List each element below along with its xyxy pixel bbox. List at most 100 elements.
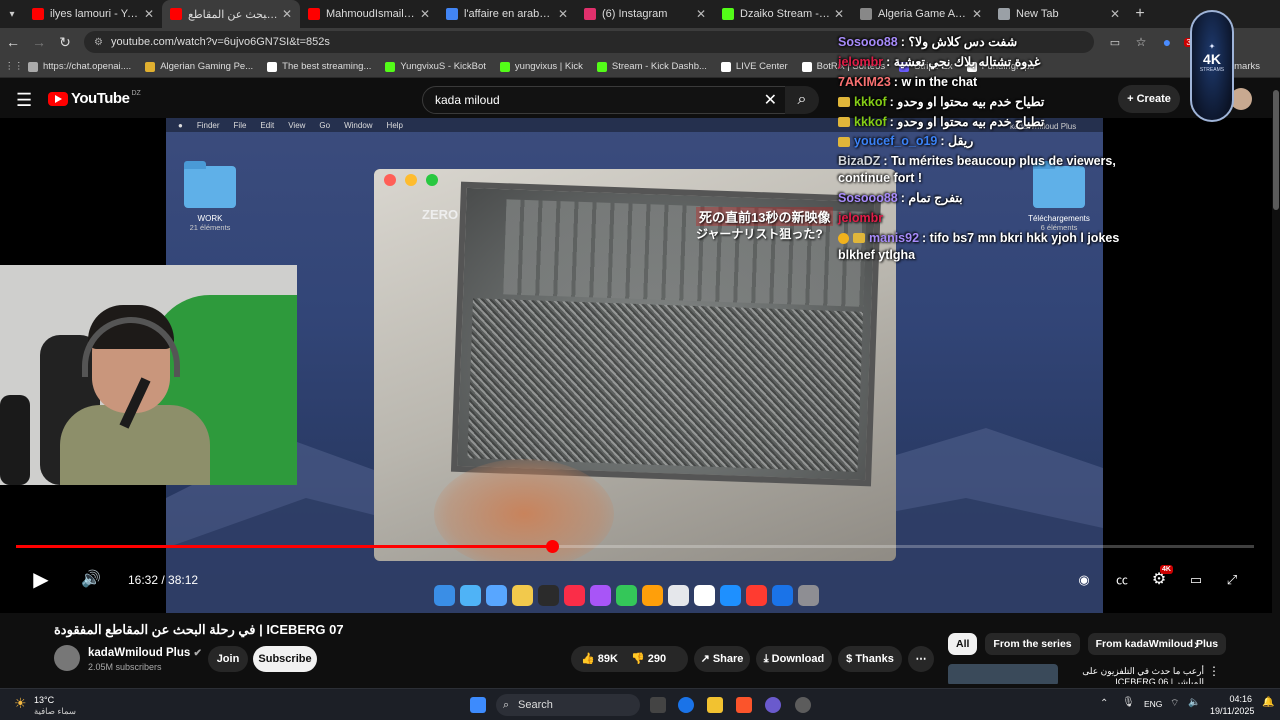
- tab-title: ilyes lamouri - YouTube: [50, 8, 140, 20]
- subscriber-badge-icon: [838, 117, 850, 128]
- progress-scrubber[interactable]: [546, 540, 560, 553]
- close-tab-icon[interactable]: ✕: [282, 7, 292, 21]
- obs-icon[interactable]: [795, 697, 811, 713]
- close-tab-icon[interactable]: ✕: [558, 7, 568, 21]
- file-explorer-icon[interactable]: [707, 697, 723, 713]
- bookmark-item[interactable]: Algerian Gaming Pe...: [145, 61, 253, 72]
- clear-search-icon[interactable]: ✕: [764, 90, 777, 110]
- filter-chip[interactable]: From kadaWmiloud Plus: [1087, 633, 1227, 655]
- new-tab-button[interactable]: +: [1128, 5, 1152, 23]
- chevron-right-icon[interactable]: ›: [1194, 636, 1199, 652]
- close-tab-icon[interactable]: ✕: [1110, 7, 1120, 21]
- thumbs-up-icon: 👍: [581, 653, 595, 665]
- channel-avatar[interactable]: [54, 645, 80, 671]
- dislike-button[interactable]: 👎 290: [631, 653, 666, 665]
- browser-tab[interactable]: في رحلة البحث عن المقاطع ✕: [162, 0, 300, 28]
- filter-chip[interactable]: From the series: [985, 633, 1080, 655]
- download-button[interactable]: ⤓ Download: [756, 646, 832, 672]
- close-tab-icon[interactable]: ✕: [972, 7, 982, 21]
- clock-time: 04:16: [1229, 694, 1252, 704]
- chevron-up-icon[interactable]: ⌃: [1100, 698, 1108, 709]
- volume-icon[interactable]: 🔊: [78, 565, 104, 595]
- bookmark-item[interactable]: Stream - Kick Dashb...: [596, 61, 707, 72]
- browser-tab[interactable]: (6) Instagram ✕: [576, 0, 714, 28]
- more-icon: ⋯: [915, 653, 927, 665]
- chrome-icon[interactable]: [678, 697, 694, 713]
- page-scrollbar[interactable]: [1272, 78, 1280, 688]
- recommended-video[interactable]: أرعب ما حدث في التلفزيون على المباشر | I…: [948, 664, 1238, 684]
- youtube-search-input[interactable]: kada miloud ✕: [422, 86, 790, 114]
- bookmark-item[interactable]: YungvixuS - KickBot: [385, 61, 486, 72]
- reload-icon[interactable]: ↻: [52, 34, 78, 51]
- chat-username: jelombr: [838, 210, 884, 225]
- captions-icon[interactable]: ㏄: [1110, 565, 1134, 595]
- like-button[interactable]: 👍 89K: [581, 653, 618, 665]
- search-icon: ⌕: [797, 91, 807, 108]
- subscribe-button[interactable]: Subscribe: [253, 646, 317, 672]
- folder-work: WORK 21 éléments: [180, 161, 240, 232]
- filter-chip[interactable]: All: [948, 633, 978, 655]
- channel-name[interactable]: kadaWmiloud Plus ✔: [88, 647, 202, 659]
- browser-tab[interactable]: New Tab ✕: [990, 0, 1128, 28]
- task-view-icon[interactable]: [650, 697, 666, 713]
- share-label: Share: [712, 653, 744, 665]
- search-icon: ⌕: [503, 699, 510, 711]
- bookmark-item[interactable]: yungvixus | Kick: [499, 61, 583, 72]
- chat-username: kkkof: [854, 114, 887, 129]
- bookmark-item[interactable]: LIVE Center: [720, 61, 788, 72]
- bookmark-item[interactable]: The best streaming...: [267, 61, 371, 72]
- autoplay-toggle[interactable]: ◉: [1072, 565, 1096, 595]
- brave-icon[interactable]: [736, 697, 752, 713]
- play-button[interactable]: ▶: [28, 565, 54, 595]
- forward-arrow-icon[interactable]: →: [26, 34, 52, 50]
- site-info-icon[interactable]: ⚙: [94, 37, 103, 48]
- chat-username: 7AKIM23: [838, 74, 891, 89]
- more-vert-icon[interactable]: ⋮: [1208, 664, 1220, 678]
- close-dot-icon: [384, 174, 396, 186]
- wifi-icon[interactable]: ⌔: [1170, 697, 1179, 710]
- hamburger-menu-icon[interactable]: ☰: [16, 90, 32, 111]
- scroll-thumb[interactable]: [1273, 90, 1279, 210]
- tab-search-button[interactable]: ▾: [0, 9, 24, 20]
- miniplayer-icon[interactable]: ▭: [1184, 565, 1208, 595]
- mic-icon[interactable]: 🎙: [1122, 697, 1135, 708]
- profile-extension-icon[interactable]: ●: [1154, 34, 1180, 50]
- browser-tab[interactable]: Algeria Game Awards | V ✕: [852, 0, 990, 28]
- close-tab-icon[interactable]: ✕: [420, 7, 430, 21]
- close-tab-icon[interactable]: ✕: [834, 7, 844, 21]
- close-tab-icon[interactable]: ✕: [144, 7, 154, 21]
- join-button[interactable]: Join: [208, 646, 248, 672]
- stream-logo-text: 4K: [1203, 51, 1221, 67]
- more-actions-button[interactable]: ⋯: [908, 646, 934, 672]
- taskbar-search[interactable]: ⌕ Search: [496, 694, 640, 716]
- apps-grid-icon[interactable]: ⋮⋮: [0, 61, 28, 72]
- progress-bar[interactable]: [16, 540, 1254, 553]
- notification-bell-icon[interactable]: 🔔: [1262, 697, 1274, 708]
- dock-app-icon: [460, 584, 481, 606]
- back-arrow-icon[interactable]: ←: [0, 34, 26, 50]
- bookmark-item[interactable]: https://chat.openai....: [28, 61, 131, 72]
- dock-app-icon: [538, 584, 559, 606]
- windows-start-icon[interactable]: [470, 697, 486, 713]
- keyboard-language[interactable]: ENG: [1144, 699, 1162, 709]
- thanks-button[interactable]: $ Thanks: [838, 646, 902, 672]
- search-button[interactable]: ⌕: [785, 86, 819, 114]
- download-icon: ⤓: [763, 653, 772, 665]
- browser-tab[interactable]: l'affaire en arabe - Google ✕: [438, 0, 576, 28]
- close-tab-icon[interactable]: ✕: [696, 7, 706, 21]
- youtube-region: DZ: [131, 90, 141, 97]
- share-button[interactable]: ↗ Share: [694, 646, 750, 672]
- weather-icon: ☀: [14, 695, 27, 711]
- tab-title: New Tab: [1016, 8, 1059, 20]
- youtube-logo[interactable]: YouTube DZ: [48, 90, 141, 107]
- browser-tab[interactable]: ilyes lamouri - YouTube ✕: [24, 0, 162, 28]
- browser-tab[interactable]: MahmoudIsmailTV - YouT ✕: [300, 0, 438, 28]
- taskbar-clock[interactable]: 04:16 19/11/2025: [1210, 693, 1254, 717]
- speaker-icon[interactable]: 🔈: [1188, 697, 1200, 708]
- mac-menu-item: View: [288, 120, 306, 130]
- app-icon[interactable]: [765, 697, 781, 713]
- browser-tab[interactable]: Dzaiko Stream - Watch Li ✕: [714, 0, 852, 28]
- fullscreen-icon[interactable]: ⤢: [1220, 565, 1244, 595]
- weather-temperature[interactable]: 13°C: [34, 695, 54, 705]
- tab-title: MahmoudIsmailTV - YouT: [326, 8, 416, 20]
